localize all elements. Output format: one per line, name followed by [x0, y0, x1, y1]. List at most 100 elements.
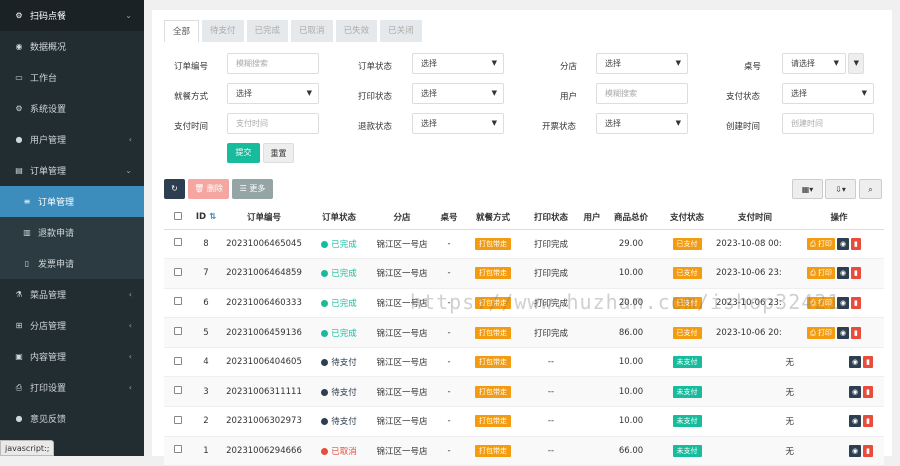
- delete-row-button[interactable]: ▮: [851, 267, 861, 279]
- print-status-label: 打印状态: [358, 90, 392, 102]
- sidebar-item-1[interactable]: ◉数据概况: [0, 31, 144, 62]
- tab-2[interactable]: 已完成: [247, 20, 289, 42]
- checkbox-cell[interactable]: [164, 318, 192, 348]
- sidebar-item-8[interactable]: ▯发票申请: [0, 248, 144, 279]
- export-button[interactable]: ⇩▾: [825, 179, 856, 199]
- sidebar-item-0[interactable]: ⚙扫码点餐⌄: [0, 0, 144, 31]
- print-button[interactable]: ⎙ 打印: [807, 297, 835, 309]
- print-button[interactable]: ⎙ 打印: [807, 238, 835, 250]
- row-checkbox[interactable]: [174, 445, 182, 453]
- delete-row-button[interactable]: ▮: [863, 386, 873, 398]
- delete-row-button[interactable]: ▮: [851, 238, 861, 250]
- sidebar-item-13[interactable]: ●意见反馈: [0, 403, 144, 434]
- create-time-input[interactable]: 创建时间: [782, 113, 874, 134]
- select-all-checkbox[interactable]: [174, 212, 182, 220]
- user-cell: [580, 229, 604, 259]
- print-button[interactable]: ⎙ 打印: [807, 267, 835, 279]
- user-cell: [580, 259, 604, 289]
- table-no-select[interactable]: 请选择▼: [782, 53, 846, 74]
- tab-0[interactable]: 全部: [164, 20, 199, 42]
- select-all-checkbox-cell[interactable]: [164, 206, 192, 229]
- view-button[interactable]: ◉: [849, 386, 861, 398]
- print-button[interactable]: ⎙ 打印: [807, 327, 835, 339]
- row-checkbox[interactable]: [174, 297, 182, 305]
- sidebar-item-11[interactable]: ▣内容管理‹: [0, 341, 144, 372]
- sidebar-item-6[interactable]: ≡订单管理: [0, 186, 144, 217]
- sidebar-item-7[interactable]: ▥退款申请: [0, 217, 144, 248]
- user-input[interactable]: 模糊搜索: [596, 83, 688, 104]
- more-button[interactable]: ☰ 更多: [232, 179, 273, 199]
- delete-row-button[interactable]: ▮: [851, 297, 861, 309]
- table-row[interactable]: 220231006302973待支付锦江区一号店-打包带走--10.00未支付无…: [164, 407, 884, 437]
- view-button[interactable]: ◉: [849, 415, 861, 427]
- refund-status-select[interactable]: 选择▼: [412, 113, 504, 134]
- tab-3[interactable]: 已取消: [291, 20, 333, 42]
- view-button[interactable]: ◉: [837, 267, 849, 279]
- view-button[interactable]: ◉: [837, 297, 849, 309]
- delete-row-button[interactable]: ▮: [851, 327, 861, 339]
- branch-select[interactable]: 选择▼: [596, 53, 688, 74]
- dine-type-select[interactable]: 选择▼: [227, 83, 319, 104]
- row-checkbox[interactable]: [174, 357, 182, 365]
- checkbox-cell[interactable]: [164, 229, 192, 259]
- refresh-button[interactable]: ↻: [164, 179, 185, 199]
- row-checkbox[interactable]: [174, 386, 182, 394]
- invoice-status-select[interactable]: 选择▼: [596, 113, 688, 134]
- sidebar-item-9[interactable]: ⚗菜品管理‹: [0, 279, 144, 310]
- columns-toggle-button[interactable]: ▦▾: [792, 179, 823, 199]
- delete-row-button[interactable]: ▮: [863, 356, 873, 368]
- sidebar-item-12[interactable]: ⎙打印设置‹: [0, 372, 144, 403]
- table-row[interactable]: 420231006404605待支付锦江区一号店-打包带走--10.00未支付无…: [164, 347, 884, 377]
- table-row[interactable]: 720231006464859已完成锦江区一号店-打包带走打印完成10.00已支…: [164, 259, 884, 289]
- row-checkbox[interactable]: [174, 416, 182, 424]
- column-header-label: 分店: [393, 213, 410, 223]
- table-row[interactable]: 520231006459136已完成锦江区一号店-打包带走打印完成86.00已支…: [164, 318, 884, 348]
- sidebar-item-10[interactable]: ⊞分店管理‹: [0, 310, 144, 341]
- table-no-dropdown-button[interactable]: ▼: [848, 53, 864, 74]
- list-lines-icon: ≡: [20, 197, 34, 206]
- table-row[interactable]: 620231006460333已完成锦江区一号店-打包带走打印完成20.00已支…: [164, 288, 884, 318]
- print-status-select[interactable]: 选择▼: [412, 83, 504, 104]
- order-status-select[interactable]: 选择▼: [412, 53, 504, 74]
- sort-icon[interactable]: ⇅: [206, 212, 216, 222]
- branch-cell: 锦江区一号店: [370, 318, 434, 348]
- view-button[interactable]: ◉: [837, 327, 849, 339]
- tab-5[interactable]: 已关闭: [380, 20, 422, 42]
- sidebar-item-4[interactable]: ●用户管理‹: [0, 124, 144, 155]
- status-cell: 已完成: [308, 229, 370, 259]
- delete-row-button[interactable]: ▮: [863, 445, 873, 457]
- tab-4[interactable]: 已失效: [336, 20, 378, 42]
- pay-status-select[interactable]: 选择▼: [782, 83, 874, 104]
- delete-row-button[interactable]: ▮: [863, 415, 873, 427]
- sidebar-item-5[interactable]: ▤订单管理⌄: [0, 155, 144, 186]
- sidebar-item-2[interactable]: ▭工作台: [0, 62, 144, 93]
- row-checkbox[interactable]: [174, 327, 182, 335]
- sidebar-item-3[interactable]: ⚙系统设置: [0, 93, 144, 124]
- table-row[interactable]: 120231006294666已取消锦江区一号店-打包带走--66.00未支付无…: [164, 436, 884, 466]
- checkbox-cell[interactable]: [164, 288, 192, 318]
- checkbox-cell[interactable]: [164, 347, 192, 377]
- inbox-icon: ▣: [12, 352, 26, 361]
- view-button[interactable]: ◉: [849, 356, 861, 368]
- checkbox-cell[interactable]: [164, 436, 192, 466]
- tab-1[interactable]: 待支付: [202, 20, 244, 42]
- trash-icon: ▮: [866, 358, 870, 366]
- search-toggle-button[interactable]: ⌕: [859, 179, 882, 199]
- table-row[interactable]: 820231006465045已完成锦江区一号店-打包带走打印完成29.00已支…: [164, 229, 884, 259]
- order-no-input[interactable]: 模糊搜索: [227, 53, 319, 74]
- checkbox-cell[interactable]: [164, 407, 192, 437]
- pay-time-input[interactable]: 支付时间: [227, 113, 319, 134]
- reset-button[interactable]: 重置: [263, 143, 294, 163]
- delete-button[interactable]: 🗑 删除: [188, 179, 229, 199]
- table-row[interactable]: 320231006311111待支付锦江区一号店-打包带走--10.00未支付无…: [164, 377, 884, 407]
- user-label: 用户: [560, 90, 577, 102]
- pay-time: 无: [785, 417, 794, 427]
- view-button[interactable]: ◉: [837, 238, 849, 250]
- view-button[interactable]: ◉: [849, 445, 861, 457]
- row-checkbox[interactable]: [174, 238, 182, 246]
- row-checkbox[interactable]: [174, 268, 182, 276]
- checkbox-cell[interactable]: [164, 377, 192, 407]
- submit-button[interactable]: 提交: [227, 143, 260, 163]
- column-header[interactable]: ID ⇅: [192, 206, 220, 229]
- checkbox-cell[interactable]: [164, 259, 192, 289]
